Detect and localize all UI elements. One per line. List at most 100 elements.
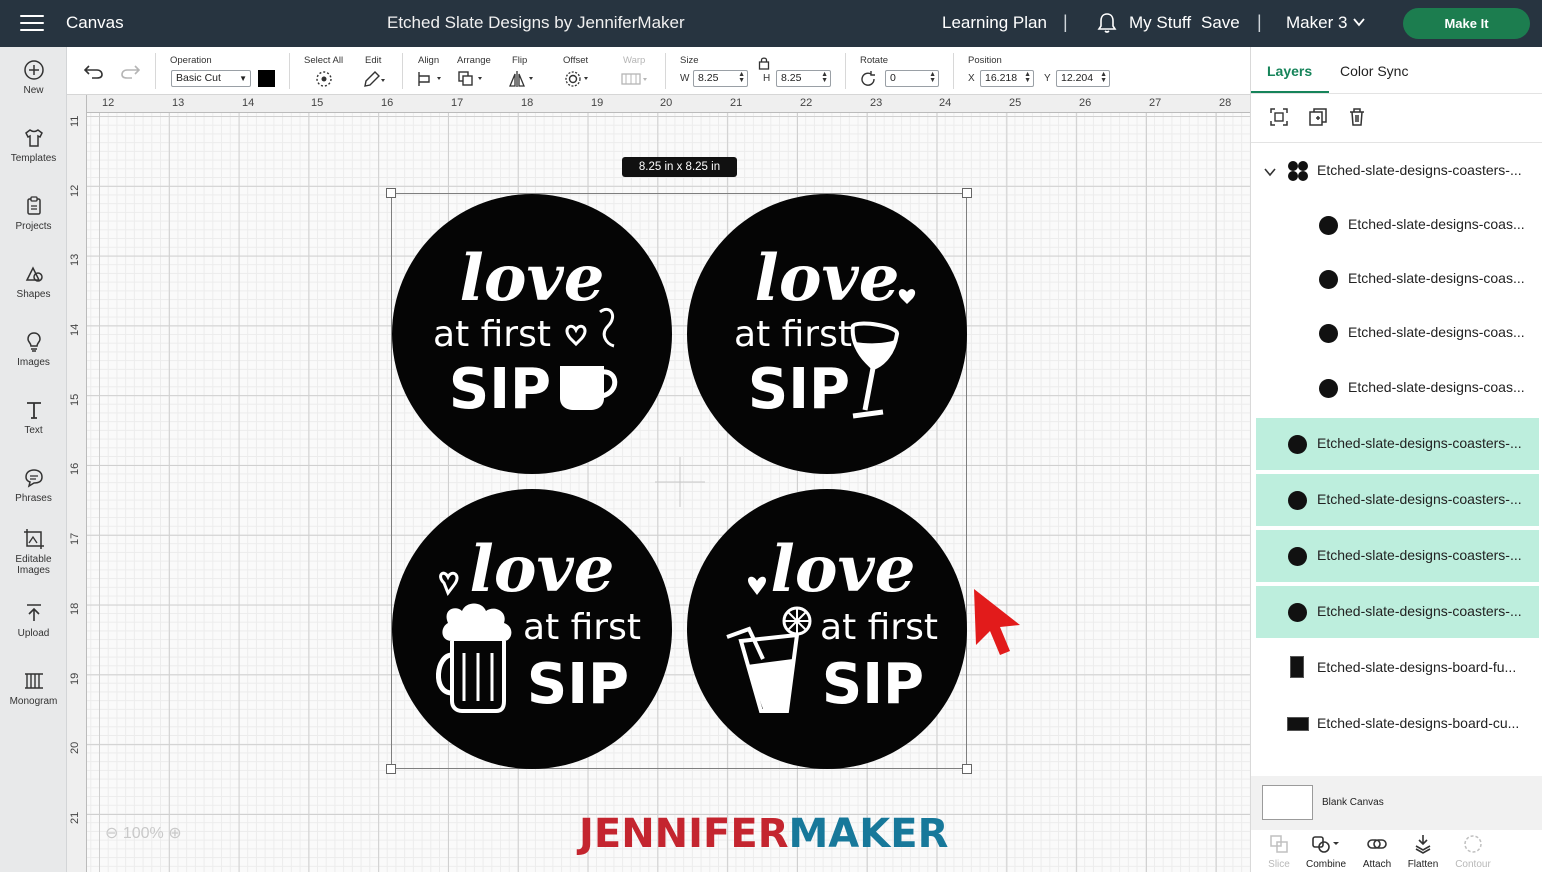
select-all-label: Select All (304, 55, 344, 66)
layer-row[interactable]: Etched-slate-designs-coas... (1256, 199, 1539, 251)
layer-thumbnail (1287, 717, 1309, 731)
document-title[interactable]: Etched Slate Designs by JenniferMaker (387, 13, 685, 33)
duplicate-icon[interactable] (1308, 107, 1328, 127)
size-label: Size (680, 55, 699, 66)
monogram-button[interactable]: Monogram (0, 670, 67, 707)
my-stuff-link[interactable]: My Stuff (1129, 13, 1191, 33)
tab-layers[interactable]: Layers (1267, 63, 1312, 79)
app-title: Canvas (66, 13, 124, 32)
shapes-label: Shapes (16, 289, 51, 300)
make-it-button[interactable]: Make It (1403, 8, 1530, 39)
ruler-tick-label: 24 (939, 97, 952, 109)
x-label: X (968, 73, 975, 84)
stepper-icon[interactable]: ▲ ▼ (1100, 71, 1107, 84)
layer-thumbnail (1288, 435, 1307, 454)
selection-size-tag: 8.25 in x 8.25 in (622, 157, 737, 177)
phrases-button[interactable]: Phrases (0, 467, 67, 504)
combine-icon (1312, 836, 1339, 853)
coaster-design[interactable]: love at first SIP (687, 194, 967, 474)
coaster-line2: at first (820, 607, 938, 648)
layer-row[interactable]: Etched-slate-designs-coas... (1256, 307, 1539, 359)
learning-plan-link[interactable]: Learning Plan (942, 13, 1047, 33)
combine-button[interactable]: Combine (1299, 834, 1353, 870)
align-icon[interactable] (417, 71, 445, 87)
zoom-out-icon[interactable]: ⊖ (105, 825, 118, 842)
rotate-input[interactable]: 0 ▲ ▼ (885, 70, 939, 87)
blank-canvas-swatch[interactable] (1262, 785, 1313, 820)
ruler-tick-label: 13 (172, 97, 185, 109)
coaster-design[interactable]: love at first SIP (392, 489, 672, 769)
contour-button[interactable]: Contour (1446, 834, 1500, 870)
lock-icon[interactable] (758, 56, 770, 70)
undo-icon[interactable] (84, 65, 104, 79)
zoom-control[interactable]: ⊖ 100% ⊕ (105, 823, 182, 843)
layer-row[interactable]: Etched-slate-designs-coas... (1256, 253, 1539, 305)
layer-row-selected[interactable]: Etched-slate-designs-coasters-... (1256, 474, 1539, 526)
operation-select[interactable]: Basic Cut ▼ (171, 70, 251, 87)
redo-icon[interactable] (120, 65, 140, 79)
upload-button[interactable]: Upload (0, 602, 67, 639)
machine-select[interactable]: Maker 3 (1286, 13, 1347, 33)
rotate-label: Rotate (860, 55, 888, 66)
layer-group-row[interactable]: Etched-slate-designs-coasters-... (1256, 145, 1539, 197)
ruler-tick-label: 20 (660, 97, 673, 109)
trash-icon[interactable] (1347, 107, 1367, 127)
design-canvas[interactable]: 12 13 14 15 16 17 18 19 20 21 22 23 24 2… (67, 95, 1250, 872)
ruler-tick-label: 18 (521, 97, 534, 109)
toolbar-divider (665, 53, 666, 89)
left-ruler: 11 12 13 14 15 16 17 18 19 20 21 (67, 95, 87, 872)
offset-icon[interactable] (564, 70, 592, 88)
height-input[interactable]: 8.25 ▲ ▼ (776, 70, 831, 87)
chevron-down-icon[interactable] (1264, 167, 1276, 177)
jennifermaker-logo: JENNIFERMAKER (579, 811, 948, 857)
editable-images-label: Images (17, 565, 50, 576)
templates-button[interactable]: Templates (0, 127, 67, 164)
layer-row[interactable]: Etched-slate-designs-board-fu... (1256, 642, 1539, 694)
text-button[interactable]: Text (0, 399, 67, 436)
slice-button[interactable]: Slice (1252, 834, 1306, 870)
coaster-design[interactable]: love at first SIP (687, 489, 967, 769)
stepper-icon[interactable]: ▲ ▼ (1024, 71, 1031, 84)
x-position-input[interactable]: 16.218 ▲ ▼ (980, 70, 1034, 87)
group-icon[interactable] (1269, 107, 1289, 127)
layer-row-selected[interactable]: Etched-slate-designs-coasters-... (1256, 586, 1539, 638)
shapes-button[interactable]: Shapes (0, 263, 67, 300)
warp-icon[interactable] (621, 72, 651, 86)
zoom-in-icon[interactable]: ⊕ (168, 825, 181, 842)
stepper-icon[interactable]: ▲ ▼ (929, 71, 936, 84)
flip-icon[interactable] (509, 70, 537, 88)
select-all-icon[interactable] (315, 70, 333, 88)
images-button[interactable]: Images (0, 331, 67, 368)
stepper-icon[interactable]: ▲ ▼ (821, 71, 828, 84)
layer-row-selected[interactable]: Etched-slate-designs-coasters-... (1256, 530, 1539, 582)
coaster-artwork: love at first SIP (726, 532, 938, 717)
layer-row[interactable]: Etched-slate-designs-coas... (1256, 362, 1539, 414)
width-input[interactable]: 8.25 ▲ ▼ (693, 70, 748, 87)
edit-pencil-icon[interactable] (363, 70, 387, 88)
projects-button[interactable]: Projects (0, 195, 67, 232)
coaster-line1: love (470, 532, 615, 607)
bell-icon[interactable] (1097, 12, 1117, 34)
ruler-tick-label: 18 (69, 602, 81, 615)
cursor-arrow-icon (974, 589, 1020, 655)
chevron-down-icon[interactable] (1353, 16, 1365, 28)
layer-name: Etched-slate-designs-coas... (1348, 324, 1525, 340)
editable-images-button[interactable]: Editable Images (0, 528, 67, 576)
arrange-icon[interactable] (458, 71, 486, 87)
layer-name: Etched-slate-designs-coas... (1348, 216, 1525, 232)
flatten-button[interactable]: Flatten (1396, 834, 1450, 870)
blank-canvas-row[interactable]: Blank Canvas (1251, 776, 1542, 830)
tab-color-sync[interactable]: Color Sync (1340, 63, 1408, 79)
layer-row[interactable]: Etched-slate-designs-board-cu... (1256, 698, 1539, 750)
y-label: Y (1044, 73, 1051, 84)
new-button[interactable]: New (0, 59, 67, 96)
layer-row-selected[interactable]: Etched-slate-designs-coasters-... (1256, 418, 1539, 470)
operation-color-swatch[interactable] (258, 70, 275, 87)
width-value: 8.25 (698, 72, 719, 84)
stepper-icon[interactable]: ▲ ▼ (738, 71, 745, 84)
width-label: W (680, 73, 690, 84)
coaster-design[interactable]: love at first SIP (392, 194, 672, 474)
y-position-input[interactable]: 12.204 ▲ ▼ (1056, 70, 1110, 87)
menu-icon[interactable] (20, 15, 44, 33)
save-button[interactable]: Save (1201, 13, 1240, 33)
